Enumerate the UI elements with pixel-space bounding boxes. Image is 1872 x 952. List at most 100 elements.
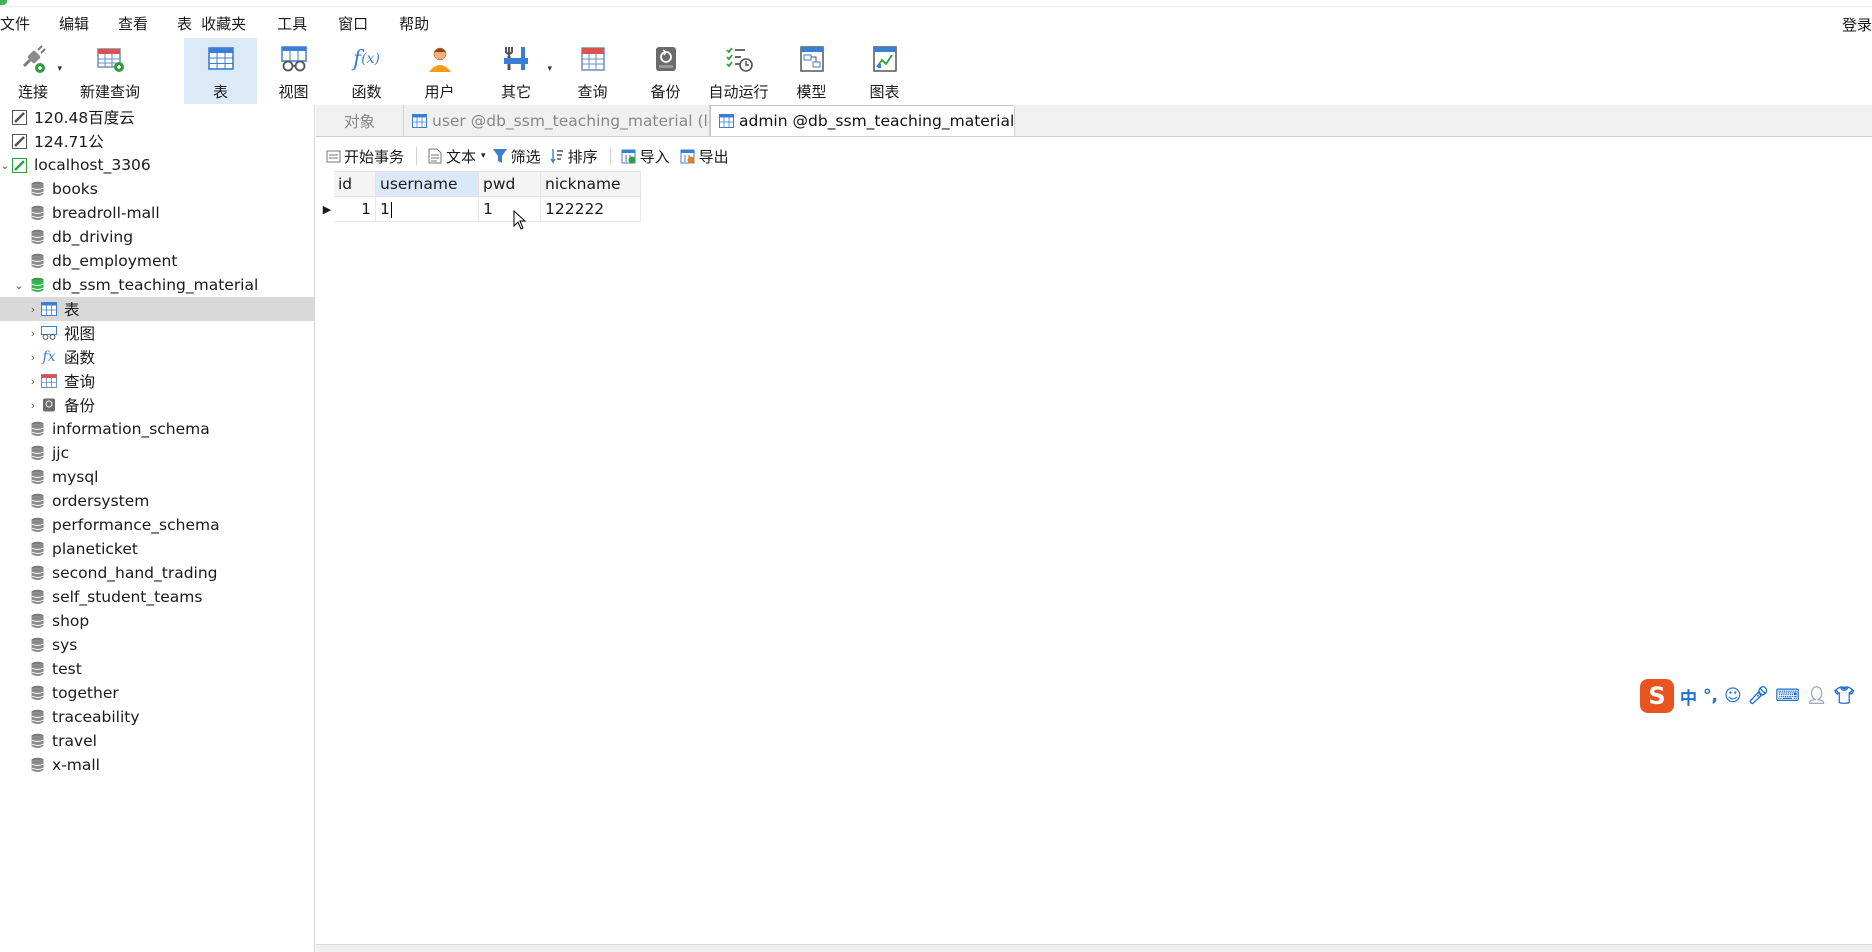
tree-database[interactable]: performance_schema <box>0 513 315 537</box>
chevron-right-icon[interactable]: › <box>26 351 40 364</box>
toolbar-other-label: 其它 <box>500 83 531 101</box>
tree-database[interactable]: ordersystem <box>0 489 315 513</box>
begin-transaction-button[interactable]: 开始事务 <box>325 146 404 167</box>
table-row[interactable]: ▶ 1 1 1 122222 <box>320 196 641 222</box>
toolbar-view-button[interactable]: 视图 <box>257 38 330 104</box>
tree-database[interactable]: sys <box>0 633 315 657</box>
new-query-button[interactable]: 新建查询 <box>66 38 154 104</box>
connect-dropdown-icon[interactable]: ▾ <box>57 64 62 74</box>
chevron-down-icon[interactable]: ⌄ <box>0 159 10 172</box>
toolbar-chart-label: 图表 <box>869 83 900 101</box>
cell-pwd[interactable]: 1 <box>478 196 541 222</box>
export-button[interactable]: 导出 <box>680 146 729 167</box>
tree-database-open[interactable]: ⌄ db_ssm_teaching_material <box>0 273 315 297</box>
emoji-icon[interactable]: ☺ <box>1724 686 1742 706</box>
tab-user-table[interactable]: user @db_ssm_teaching_material (lo... <box>404 105 710 136</box>
database-icon <box>28 421 46 437</box>
tree-database[interactable]: jjc <box>0 441 315 465</box>
toolbar-table-button[interactable]: 表 <box>184 38 257 104</box>
tree-database[interactable]: travel <box>0 729 315 753</box>
tree-database[interactable]: traceability <box>0 705 315 729</box>
toolbar-chart-button[interactable]: 图表 <box>848 38 921 104</box>
toolbar-autorun-button[interactable]: 自动运行 <box>702 38 775 104</box>
chevron-right-icon[interactable]: › <box>26 375 40 388</box>
menu-view[interactable]: 查看 <box>118 13 157 34</box>
main-toolbar: 连接 ▾ 新建查询 表 视图 f (x) 函数 用户 其它 ▾ 查询 备份 自动… <box>0 38 1872 104</box>
sort-button[interactable]: 排序 <box>549 146 598 167</box>
connect-button[interactable]: 连接 ▾ <box>0 38 66 104</box>
column-header-nickname[interactable]: nickname <box>540 171 641 197</box>
toolbar-function-button[interactable]: f (x) 函数 <box>330 38 403 104</box>
chevron-down-icon[interactable]: ⌄ <box>12 279 26 292</box>
export-icon <box>680 148 696 164</box>
menu-file[interactable]: 文件 <box>0 13 39 34</box>
column-header-id[interactable]: id <box>333 171 376 197</box>
chevron-right-icon[interactable]: › <box>26 399 40 412</box>
chevron-right-icon[interactable]: › <box>26 303 40 316</box>
microphone-icon[interactable]: 🎤︎ <box>1748 686 1770 706</box>
tree-database[interactable]: db_employment <box>0 249 315 273</box>
login-link[interactable]: 登录 <box>1842 14 1872 35</box>
tree-item-label: information_schema <box>52 420 210 438</box>
tree-database[interactable]: test <box>0 657 315 681</box>
column-header-pwd[interactable]: pwd <box>478 171 541 197</box>
tree-database[interactable]: x-mall <box>0 753 315 777</box>
tree-database[interactable]: shop <box>0 609 315 633</box>
tree-connection[interactable]: 124.71公 <box>0 129 315 153</box>
tree-database[interactable]: books <box>0 177 315 201</box>
window-titlebar <box>0 0 1872 7</box>
tree-folder[interactable]: › 查询 <box>0 369 315 393</box>
menu-help[interactable]: 帮助 <box>399 13 438 34</box>
tree-database[interactable]: information_schema <box>0 417 315 441</box>
tree-database[interactable]: planeticket <box>0 537 315 561</box>
column-header-username[interactable]: username <box>375 171 479 197</box>
toolbar-backup-button[interactable]: 备份 <box>629 38 702 104</box>
tree-database[interactable]: breadroll-mall <box>0 201 315 225</box>
filter-button[interactable]: 筛选 <box>492 146 541 167</box>
database-icon <box>28 733 46 749</box>
tree-folder[interactable]: › fx 函数 <box>0 345 315 369</box>
tree-database[interactable]: db_driving <box>0 225 315 249</box>
menu-favorites[interactable]: 收藏夹 <box>201 13 255 34</box>
skin-shirt-icon[interactable]: 👕︎ <box>1833 686 1855 706</box>
menu-window[interactable]: 窗口 <box>338 13 377 34</box>
tab-objects[interactable]: 对象 <box>316 105 404 136</box>
tree-database[interactable]: together <box>0 681 315 705</box>
tree-database[interactable]: self_student_teams <box>0 585 315 609</box>
user-icon[interactable]: 👤︎ <box>1806 686 1828 706</box>
punctuation-icon[interactable]: °, <box>1703 686 1718 706</box>
cell-username-value[interactable]: 1 <box>380 200 390 218</box>
database-icon <box>28 661 46 677</box>
toolbar-user-button[interactable]: 用户 <box>403 38 476 104</box>
sogou-logo-icon[interactable]: S <box>1640 679 1674 713</box>
tree-item-label: traceability <box>52 708 140 726</box>
keyboard-icon[interactable]: ⌨ <box>1775 686 1800 706</box>
toolbar-other-button[interactable]: 其它 ▾ <box>476 38 556 104</box>
other-dropdown-icon[interactable]: ▾ <box>547 64 552 74</box>
query-icon <box>40 373 58 389</box>
cell-username-editing[interactable]: 1 <box>375 196 479 222</box>
tree-database[interactable]: second_hand_trading <box>0 561 315 585</box>
tree-database[interactable]: mysql <box>0 465 315 489</box>
menu-tools[interactable]: 工具 <box>277 13 316 34</box>
toolbar-query-button[interactable]: 查询 <box>556 38 629 104</box>
cell-nickname[interactable]: 122222 <box>540 196 641 222</box>
tree-folder[interactable]: › 表 <box>0 297 315 321</box>
tree-folder[interactable]: › 备份 <box>0 393 315 417</box>
import-button[interactable]: 导入 <box>621 146 670 167</box>
tree-connection[interactable]: ⌄ localhost_3306 <box>0 153 315 177</box>
cell-id[interactable]: 1 <box>333 196 376 222</box>
toolbar-model-label: 模型 <box>796 83 827 101</box>
text-view-button[interactable]: 文本 ▾ <box>427 146 486 167</box>
chinese-mode-icon[interactable]: 中 <box>1680 684 1697 709</box>
chevron-right-icon[interactable]: › <box>26 327 40 340</box>
tree-connection[interactable]: 120.48百度云 <box>0 105 315 129</box>
toolbar-model-button[interactable]: 模型 <box>775 38 848 104</box>
tab-admin-table[interactable]: admin @db_ssm_teaching_material (... <box>710 105 1015 136</box>
tree-item-label: localhost_3306 <box>34 156 151 174</box>
menu-table[interactable]: 表 <box>177 13 201 34</box>
menu-edit[interactable]: 编辑 <box>59 13 98 34</box>
horizontal-scrollbar[interactable] <box>316 944 1872 952</box>
tree-folder[interactable]: › 视图 <box>0 321 315 345</box>
tree-item-label: 120.48百度云 <box>34 109 135 127</box>
